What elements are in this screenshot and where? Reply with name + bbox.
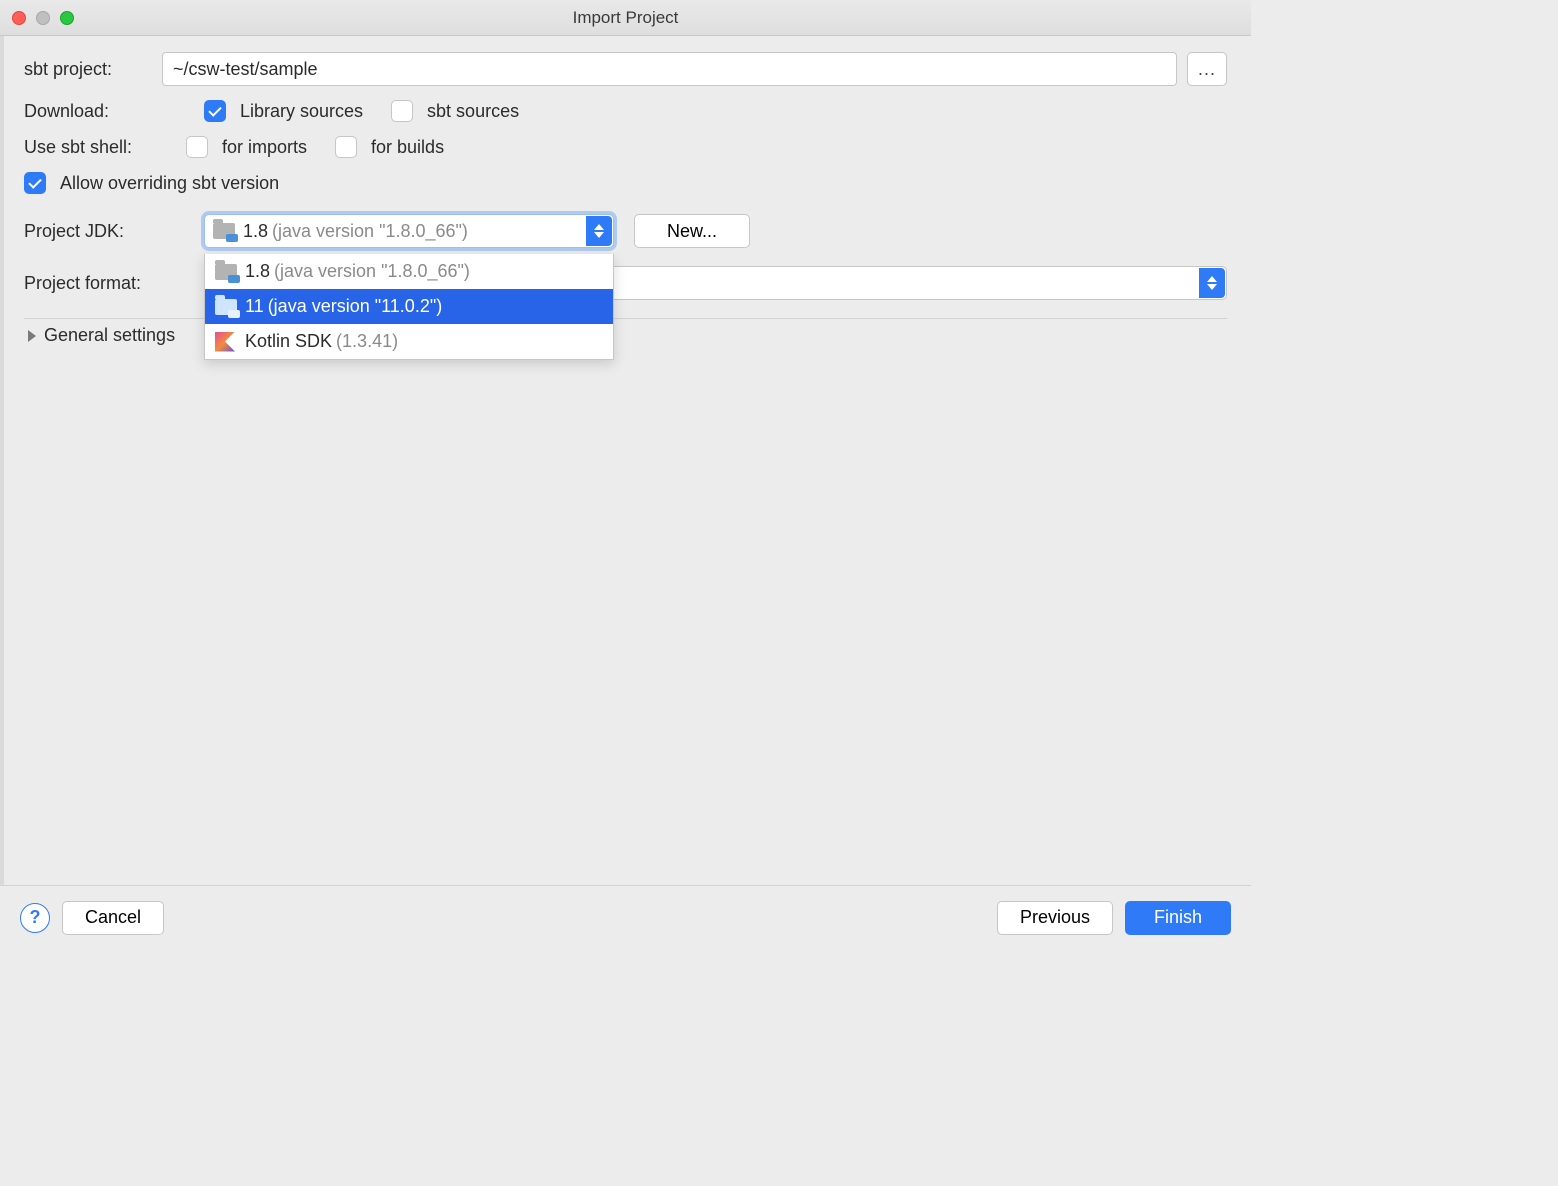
- project-jdk-row: Project JDK: 1.8 (java version "1.8.0_66…: [24, 214, 1227, 248]
- window-controls: [12, 11, 74, 25]
- new-jdk-button[interactable]: New...: [634, 214, 750, 248]
- project-jdk-select[interactable]: 1.8 (java version "1.8.0_66"): [204, 214, 614, 248]
- sbt-sources-checkbox[interactable]: [391, 100, 413, 122]
- general-settings-label: General settings: [44, 325, 175, 346]
- close-window-button[interactable]: [12, 11, 26, 25]
- download-label: Download:: [24, 101, 194, 122]
- jdk-option-detail: (java version "1.8.0_66"): [274, 261, 470, 282]
- jdk-option-name: Kotlin SDK: [245, 331, 332, 352]
- jdk-option-detail: (java version "11.0.2"): [268, 296, 443, 317]
- jdk-folder-icon: [215, 299, 237, 315]
- jdk-dropdown: 1.8 (java version "1.8.0_66") 11 (java v…: [204, 254, 614, 360]
- content-area: sbt project: ... Download: Library sourc…: [0, 36, 1251, 346]
- sbt-shell-label: Use sbt shell:: [24, 137, 176, 158]
- for-builds-checkbox[interactable]: [335, 136, 357, 158]
- project-jdk-label: Project JDK:: [24, 221, 194, 242]
- check-icon: [208, 103, 221, 116]
- sbt-project-row: sbt project: ...: [24, 52, 1227, 86]
- finish-button[interactable]: Finish: [1125, 901, 1231, 935]
- jdk-folder-icon: [213, 223, 235, 239]
- jdk-option-name: 11: [245, 296, 264, 317]
- select-spinner-icon: [1199, 268, 1225, 298]
- left-edge: [0, 36, 4, 885]
- allow-override-row: Allow overriding sbt version: [24, 172, 1227, 194]
- for-builds-label: for builds: [371, 137, 444, 158]
- jdk-folder-icon: [215, 264, 237, 280]
- jdk-option-kotlin[interactable]: Kotlin SDK (1.3.41): [205, 324, 613, 359]
- footer: ? Cancel Previous Finish: [0, 885, 1251, 949]
- browse-button[interactable]: ...: [1187, 52, 1227, 86]
- window-title: Import Project: [573, 8, 679, 28]
- minimize-window-button[interactable]: [36, 11, 50, 25]
- jdk-option-name: 1.8: [245, 261, 270, 282]
- for-imports-label: for imports: [222, 137, 307, 158]
- sbt-project-label: sbt project:: [24, 59, 152, 80]
- jdk-selected-detail: (java version "1.8.0_66"): [272, 221, 468, 242]
- jdk-option-11[interactable]: 11 (java version "11.0.2"): [205, 289, 613, 324]
- project-format-label: Project format:: [24, 273, 194, 294]
- for-imports-checkbox[interactable]: [186, 136, 208, 158]
- titlebar: Import Project: [0, 0, 1251, 36]
- allow-override-label: Allow overriding sbt version: [60, 173, 279, 194]
- jdk-option-1_8[interactable]: 1.8 (java version "1.8.0_66"): [205, 254, 613, 289]
- jdk-select-wrap: 1.8 (java version "1.8.0_66") 1.8 (java …: [204, 214, 614, 248]
- cancel-button[interactable]: Cancel: [62, 901, 164, 935]
- allow-override-checkbox[interactable]: [24, 172, 46, 194]
- chevron-right-icon: [28, 330, 36, 342]
- jdk-option-detail: (1.3.41): [336, 331, 398, 352]
- sbt-project-path-input[interactable]: [162, 52, 1177, 86]
- sbt-sources-label: sbt sources: [427, 101, 519, 122]
- check-icon: [28, 175, 41, 188]
- zoom-window-button[interactable]: [60, 11, 74, 25]
- library-sources-label: Library sources: [240, 101, 363, 122]
- download-row: Download: Library sources sbt sources: [24, 100, 1227, 122]
- kotlin-icon: [215, 332, 235, 352]
- sbt-shell-row: Use sbt shell: for imports for builds: [24, 136, 1227, 158]
- help-button[interactable]: ?: [20, 903, 50, 933]
- jdk-selected-name: 1.8: [243, 221, 268, 242]
- previous-button[interactable]: Previous: [997, 901, 1113, 935]
- select-spinner-icon: [586, 216, 612, 246]
- library-sources-checkbox[interactable]: [204, 100, 226, 122]
